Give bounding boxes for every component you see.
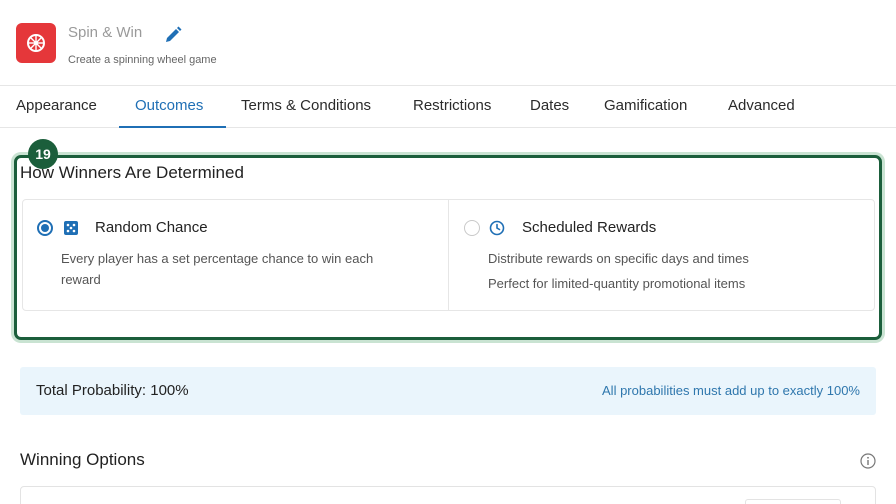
tab-bar: Appearance Outcomes Terms & Conditions R…	[0, 87, 896, 128]
scheduled-rewards-radio[interactable]	[464, 220, 480, 236]
scheduled-rewards-label[interactable]: Scheduled Rewards	[522, 219, 656, 236]
tab-dates[interactable]: Dates	[530, 97, 569, 114]
random-chance-description: Every player has a set percentage chance…	[61, 251, 374, 287]
wheel-icon	[16, 23, 56, 63]
winning-options-panel	[20, 486, 876, 504]
step-badge: 19	[28, 139, 58, 169]
section-title: How Winners Are Determined	[20, 163, 244, 182]
total-probability-label: Total Probability: 100%	[36, 382, 189, 399]
clock-icon	[489, 220, 505, 236]
tab-terms-conditions[interactable]: Terms & Conditions	[241, 97, 371, 114]
tab-restrictions[interactable]: Restrictions	[413, 97, 491, 114]
total-probability-bar: Total Probability: 100% All probabilitie…	[20, 367, 876, 415]
options-divider	[448, 200, 449, 310]
winning-options-title: Winning Options	[20, 450, 145, 469]
dice-icon	[63, 220, 79, 236]
probability-note: All probabilities must add up to exactly…	[602, 383, 860, 398]
edit-pencil-icon[interactable]	[163, 25, 183, 45]
info-icon[interactable]	[860, 453, 876, 469]
scheduled-rewards-description-1: Distribute rewards on specific days and …	[488, 251, 749, 266]
app-header: Spin & Win Create a spinning wheel game	[0, 0, 896, 86]
app-title: Spin & Win	[68, 24, 143, 41]
winner-method-options: Random Chance Every player has a set per…	[22, 199, 875, 311]
tab-outcomes[interactable]: Outcomes	[135, 97, 203, 114]
panel-control[interactable]	[745, 499, 841, 504]
tab-advanced[interactable]: Advanced	[728, 97, 795, 114]
active-tab-indicator	[119, 126, 226, 128]
scheduled-rewards-description-2: Perfect for limited-quantity promotional…	[488, 276, 746, 291]
tab-gamification[interactable]: Gamification	[604, 97, 687, 114]
random-chance-label[interactable]: Random Chance	[95, 219, 208, 236]
tab-appearance[interactable]: Appearance	[16, 97, 97, 114]
random-chance-radio[interactable]	[37, 220, 53, 236]
app-subtitle: Create a spinning wheel game	[68, 54, 217, 66]
